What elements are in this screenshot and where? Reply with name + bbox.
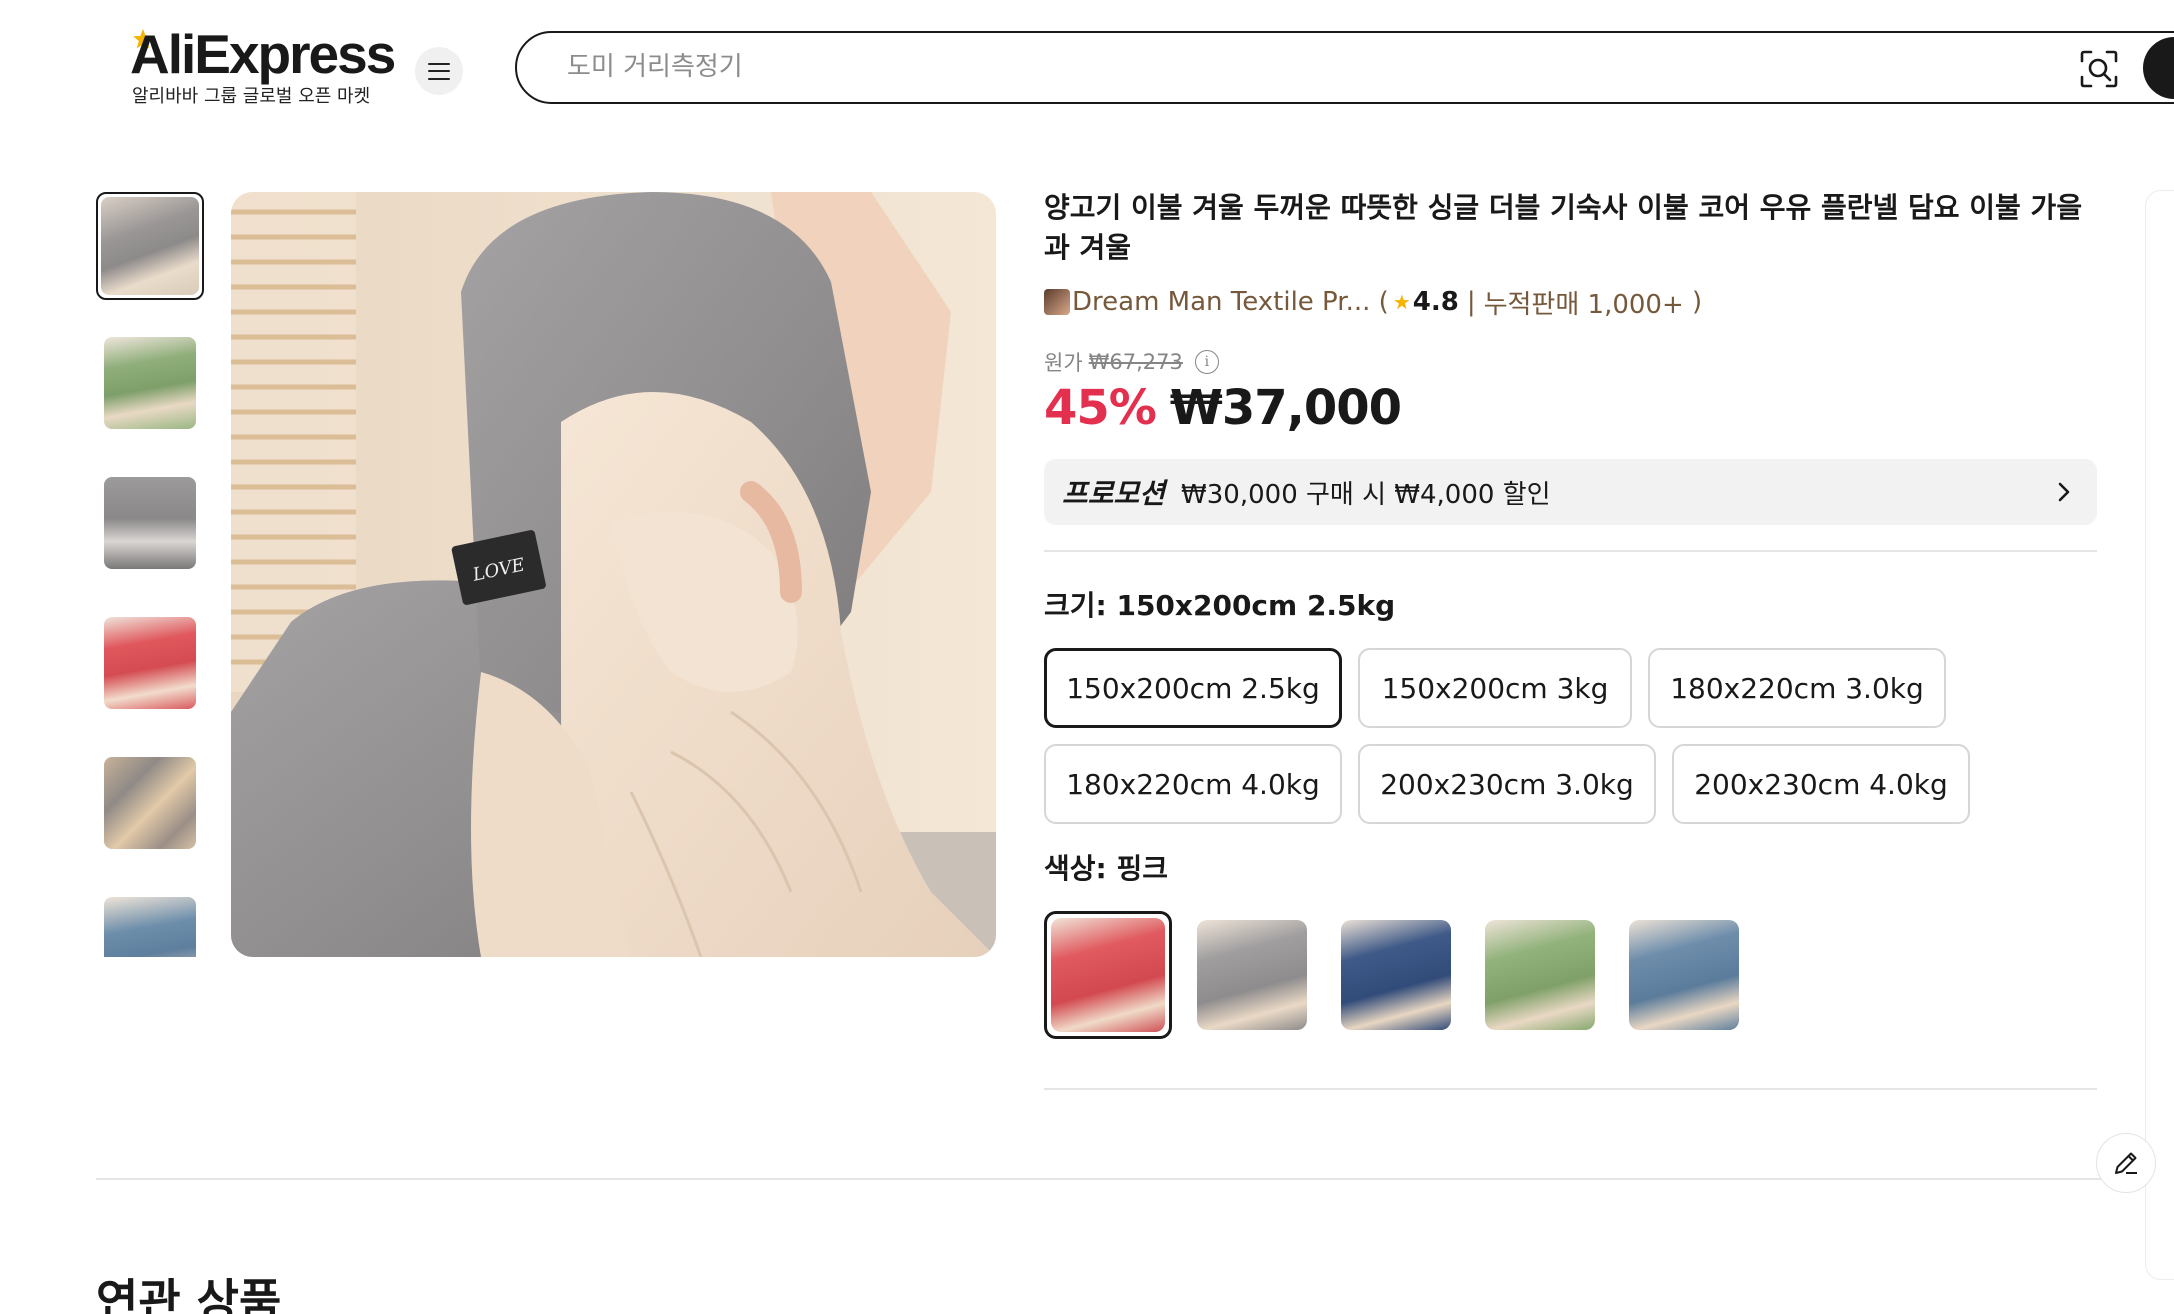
search-input[interactable] <box>567 33 1967 101</box>
original-price-label: 원가 <box>1044 351 1083 375</box>
store-name[interactable]: Dream Man Textile Pr... <box>1072 287 1370 317</box>
open-paren: ( <box>1370 287 1389 317</box>
original-price: ₩67,273 <box>1088 350 1183 374</box>
store-info[interactable]: Dream Man Textile Pr... ( ★ 4.8 | 누적판매 1… <box>1044 284 1702 320</box>
star-icon: ★ <box>1392 290 1411 314</box>
divider <box>1044 550 2097 552</box>
color-swatch-gray[interactable] <box>1193 916 1311 1034</box>
product-page: AliExpress 알리바바 그룹 글로벌 오픈 마켓 도미 거리측정기 LO… <box>0 0 2174 1314</box>
logo-text: AliExpress <box>130 23 396 85</box>
color-swatch-blue[interactable] <box>1625 916 1743 1034</box>
price-line: 45% ₩37,000 <box>1044 380 1402 444</box>
store-avatar <box>1044 289 1070 315</box>
thumbnail-gray-detail[interactable] <box>99 472 201 574</box>
store-rating: 4.8 <box>1412 287 1459 317</box>
original-price-line: 원가 ₩67,273 i <box>1044 346 1219 378</box>
hamburger-icon <box>428 62 450 80</box>
comforter-photo: LOVE <box>231 192 996 957</box>
promotion-banner[interactable]: 프로모션 ₩30,000 구매 시 ₩4,000 할인 <box>1044 459 2097 525</box>
main-product-image[interactable]: LOVE <box>231 192 996 957</box>
size-option[interactable]: 180x220cm 4.0kg <box>1044 744 1342 824</box>
image-search-icon[interactable] <box>2079 49 2119 89</box>
section-divider <box>96 1178 2174 1180</box>
promotion-text: ₩30,000 구매 시 ₩4,000 할인 <box>1181 479 1551 510</box>
promotion-tag: 프로모션 <box>1062 477 1166 510</box>
sales-count: 누적판매 1,000+ <box>1483 289 1684 320</box>
color-swatch-green[interactable] <box>1481 916 1599 1034</box>
size-option[interactable]: 200x230cm 3.0kg <box>1358 744 1656 824</box>
size-label: 크기: 150x200cm 2.5kg <box>1044 589 1396 622</box>
sale-price: ₩37,000 <box>1169 380 1402 436</box>
related-products-title: 연관 상품 <box>96 1274 282 1314</box>
thumbnail-blue[interactable] <box>99 892 201 957</box>
close-paren: ) <box>1683 287 1703 317</box>
size-option[interactable]: 180x220cm 3.0kg <box>1648 648 1946 728</box>
discount-percent: 45% <box>1044 380 1157 436</box>
thumbnail-collage[interactable] <box>99 752 201 854</box>
separator: | <box>1466 287 1476 317</box>
side-panel <box>2145 190 2174 1280</box>
divider <box>1044 1088 2097 1090</box>
search-bar <box>515 31 2174 104</box>
color-swatch-navy[interactable] <box>1337 916 1455 1034</box>
aliexpress-logo[interactable]: AliExpress 알리바바 그룹 글로벌 오픈 마켓 <box>130 22 396 112</box>
color-label: 색상: 핑크 <box>1044 852 1168 885</box>
logo-subtitle: 알리바바 그룹 글로벌 오픈 마켓 <box>132 86 371 107</box>
thumbnail-gray[interactable] <box>96 192 204 300</box>
thumbnail-list <box>96 192 204 957</box>
info-icon[interactable]: i <box>1194 350 1219 374</box>
menu-button[interactable] <box>415 47 463 95</box>
size-option[interactable]: 200x230cm 4.0kg <box>1672 744 1970 824</box>
size-option[interactable]: 150x200cm 2.5kg <box>1044 648 1342 728</box>
size-option[interactable]: 150x200cm 3kg <box>1358 648 1632 728</box>
thumbnail-pink[interactable] <box>99 612 201 714</box>
color-swatch-pink[interactable] <box>1044 911 1172 1039</box>
edit-button[interactable] <box>2096 1133 2156 1193</box>
pencil-icon <box>2115 1152 2137 1174</box>
thumbnail-green[interactable] <box>99 332 201 434</box>
product-title: 양고기 이불 겨울 두꺼운 따뜻한 싱글 더블 기숙사 이불 코어 우유 플란넬… <box>1044 191 2083 264</box>
chevron-right-icon <box>2058 482 2070 502</box>
